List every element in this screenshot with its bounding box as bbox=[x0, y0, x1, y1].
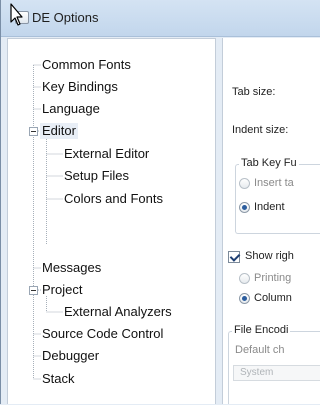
tab-size-label: Tab size: bbox=[232, 86, 276, 98]
column-radio[interactable] bbox=[239, 293, 250, 304]
options-window: DE Options Common Fonts Key Bindings Lan… bbox=[0, 0, 320, 404]
editor-settings-panel: Tab size: Indent size: Tab Key Fu Insert… bbox=[222, 38, 320, 404]
indent-label[interactable]: Indent bbox=[254, 201, 285, 213]
charset-select-value: System bbox=[240, 367, 274, 378]
tree-item-colors-and-fonts[interactable]: Colors and Fonts bbox=[64, 191, 163, 207]
tree-item-external-analyzers[interactable]: External Analyzers bbox=[64, 304, 172, 320]
tree-item-messages[interactable]: Messages bbox=[42, 260, 101, 276]
tree-item-key-bindings[interactable]: Key Bindings bbox=[42, 79, 118, 95]
options-tree[interactable]: Common Fonts Key Bindings Language Edito… bbox=[7, 38, 216, 404]
indent-radio[interactable] bbox=[239, 202, 250, 213]
tree-item-common-fonts[interactable]: Common Fonts bbox=[42, 57, 131, 73]
tree-item-debugger[interactable]: Debugger bbox=[42, 348, 99, 364]
tree-item-external-editor[interactable]: External Editor bbox=[64, 146, 149, 162]
tree-item-setup-files[interactable]: Setup Files bbox=[64, 168, 129, 184]
column-label[interactable]: Column bbox=[254, 292, 292, 304]
indent-size-label: Indent size: bbox=[232, 124, 289, 136]
printing-label[interactable]: Printing bbox=[254, 272, 291, 284]
insert-tab-label[interactable]: Insert ta bbox=[254, 177, 294, 189]
tree-item-language[interactable]: Language bbox=[42, 101, 100, 117]
tree-item-source-code-control[interactable]: Source Code Control bbox=[42, 326, 163, 342]
tab-key-group-title: Tab Key Fu bbox=[239, 157, 299, 169]
tab-key-group bbox=[235, 164, 320, 234]
show-right-margin-label[interactable]: Show righ bbox=[245, 250, 294, 262]
insert-tab-radio[interactable] bbox=[239, 178, 250, 189]
charset-select[interactable]: System bbox=[233, 365, 320, 381]
window-title: DE Options bbox=[32, 10, 99, 25]
printing-radio[interactable] bbox=[239, 273, 250, 284]
title-bar[interactable]: DE Options bbox=[1, 0, 320, 37]
project-collapse-icon[interactable] bbox=[29, 286, 38, 295]
tree-item-project[interactable]: Project bbox=[42, 282, 82, 298]
default-charset-label: Default ch bbox=[235, 344, 285, 356]
tree-item-stack[interactable]: Stack bbox=[42, 371, 75, 387]
mouse-cursor-icon bbox=[10, 3, 23, 26]
tree-item-editor[interactable]: Editor bbox=[40, 123, 78, 139]
file-encoding-group-title: File Encodi bbox=[232, 324, 291, 336]
show-right-margin-checkbox[interactable] bbox=[228, 251, 240, 263]
editor-collapse-icon[interactable] bbox=[29, 127, 38, 136]
